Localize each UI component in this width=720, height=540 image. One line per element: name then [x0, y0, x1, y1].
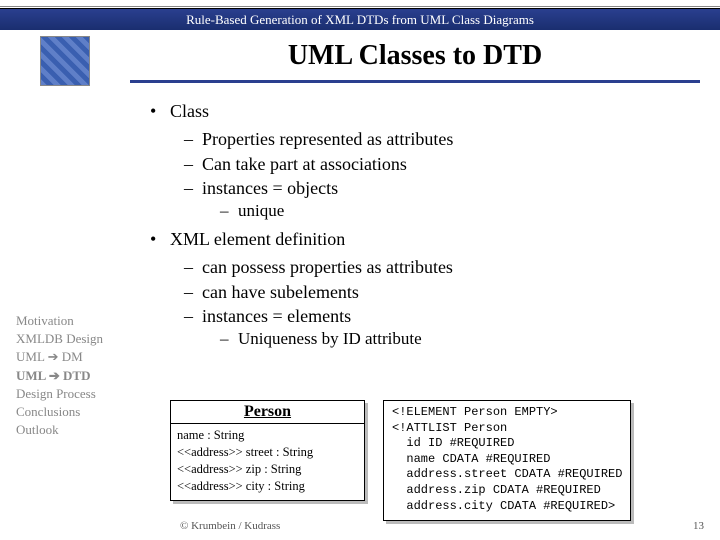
sidebar-item: XMLDB Design: [16, 330, 136, 348]
uml-attr: <<address>> street : String: [177, 444, 358, 461]
bullet-item: instances = elements: [184, 304, 700, 328]
uml-class-name: Person: [171, 401, 364, 424]
bullet-sub: Uniqueness by ID attribute: [220, 328, 700, 351]
sidebar-item: Design Process: [16, 385, 136, 403]
example-row: Person name : String <<address>> street …: [170, 400, 700, 521]
bullet-sub: unique: [220, 200, 700, 223]
sidebar-item-active: UML ➔ DTD: [16, 367, 136, 385]
sidebar-item: Outlook: [16, 421, 136, 439]
bullet-item: Properties represented as attributes: [184, 127, 700, 151]
uml-attr: <<address>> city : String: [177, 478, 358, 495]
bullet-item: instances = objects: [184, 176, 700, 200]
bullet-item: Can take part at associations: [184, 152, 700, 176]
header-bar: Rule-Based Generation of XML DTDs from U…: [0, 8, 720, 30]
bullet-item: can possess properties as attributes: [184, 255, 700, 279]
content-area: Class Properties represented as attribut…: [150, 95, 700, 351]
uml-class-body: name : String <<address>> street : Strin…: [171, 424, 364, 500]
page-number: 13: [693, 520, 704, 532]
uml-attr: name : String: [177, 427, 358, 444]
logo-icon: [40, 36, 90, 86]
bullet-item: can have subelements: [184, 280, 700, 304]
sidebar-nav: Motivation XMLDB Design UML ➔ DM UML ➔ D…: [16, 312, 136, 439]
sidebar-item: UML ➔ DM: [16, 348, 136, 366]
sidebar-item: Motivation: [16, 312, 136, 330]
bullet-xml: XML element definition: [150, 227, 700, 251]
bullet-class: Class: [150, 99, 700, 123]
uml-attr: <<address>> zip : String: [177, 461, 358, 478]
uml-class-box: Person name : String <<address>> street …: [170, 400, 365, 501]
footer-copyright: © Krumbein / Kudrass: [180, 520, 280, 532]
sidebar-item: Conclusions: [16, 403, 136, 421]
title-rule: [130, 80, 700, 83]
slide-title: UML Classes to DTD: [130, 40, 700, 72]
dtd-code-box: <!ELEMENT Person EMPTY> <!ATTLIST Person…: [383, 400, 631, 521]
